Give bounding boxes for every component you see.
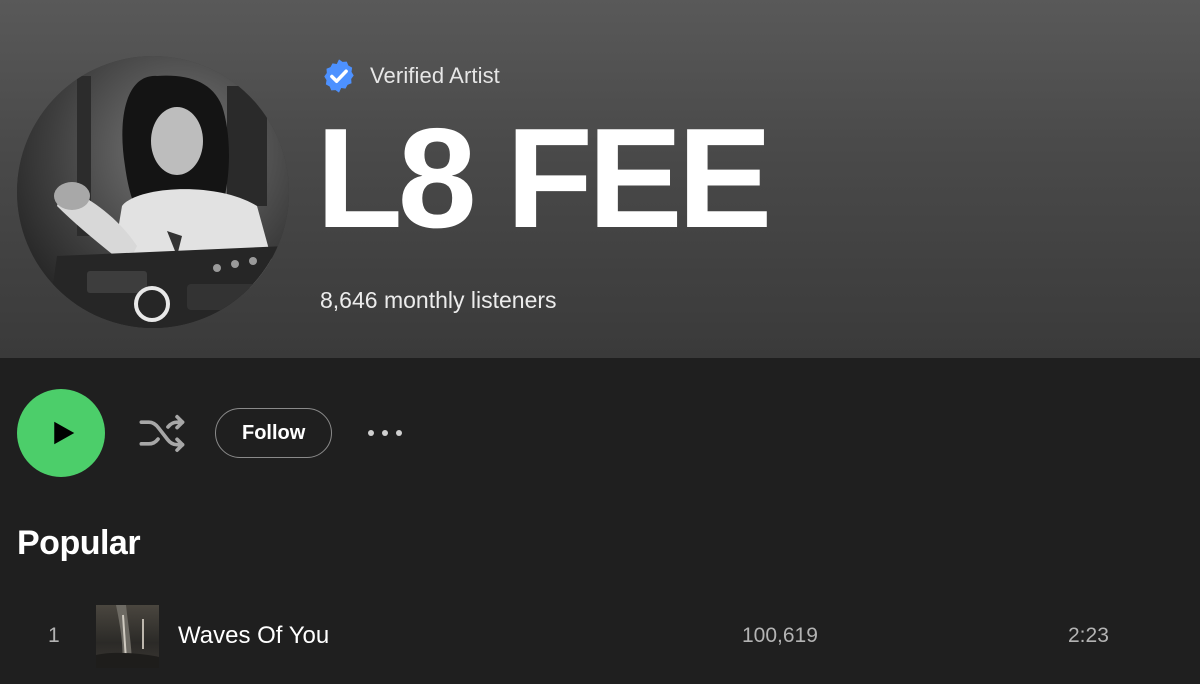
popular-heading: Popular [17, 524, 141, 562]
more-options-icon [396, 430, 403, 436]
more-options-button[interactable] [368, 413, 403, 453]
track-play-count: 100,619 [742, 624, 818, 647]
monthly-listeners: 8,646 monthly listeners [320, 287, 557, 313]
album-art-icon [96, 605, 159, 668]
track-number: 1 [48, 624, 60, 647]
play-icon [54, 421, 75, 445]
verified-artist-badge: Verified Artist [320, 58, 500, 94]
shuffle-icon [139, 414, 185, 452]
track-title[interactable]: Waves Of You [178, 622, 329, 650]
shuffle-button[interactable] [135, 405, 191, 461]
artist-avatar [17, 56, 289, 328]
track-duration: 2:23 [1068, 624, 1109, 647]
action-bar: Follow [17, 389, 403, 477]
more-options-icon [382, 430, 389, 436]
verified-check-icon [324, 59, 354, 93]
more-options-icon [368, 430, 375, 436]
track-cover-art [96, 605, 159, 668]
play-button[interactable] [17, 389, 105, 477]
artist-photo-icon [17, 56, 289, 328]
verified-artist-label: Verified Artist [370, 63, 500, 88]
track-row[interactable]: 1 Waves Of You 100,619 2:23 [0, 600, 1200, 674]
artist-header: Verified Artist L8 FEE 8,646 monthly lis… [0, 0, 1200, 358]
follow-button[interactable]: Follow [215, 408, 333, 458]
artist-name: L8 FEE [316, 99, 772, 258]
